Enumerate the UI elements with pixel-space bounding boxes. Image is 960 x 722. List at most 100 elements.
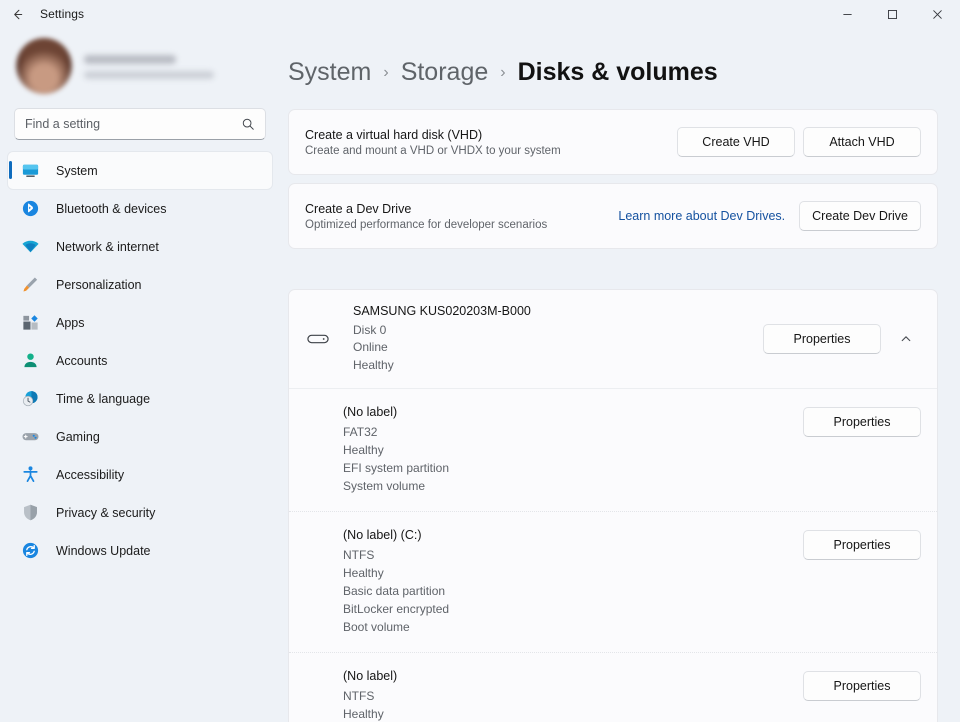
partition-properties-button[interactable]: Properties [803,530,921,561]
sidebar: System Bluetooth & devices [0,28,280,722]
maximize-icon [888,9,897,19]
card-actions: Create VHD Attach VHD [677,127,921,157]
sidebar-item-label: Time & language [56,391,151,406]
maximize-button[interactable] [870,0,915,28]
paintbrush-icon [20,275,40,295]
partition-info: (No label) NTFS Healthy Microsoft recove… [343,669,803,722]
partition-role: System volume [343,479,426,494]
disk-health: Healthy [353,357,394,372]
sidebar-item-windows-update[interactable]: Windows Update [8,532,272,569]
profile-name-redacted [84,55,176,64]
partition-health: Healthy [343,443,384,458]
create-dev-drive-card: Create a Dev Drive Optimized performance… [288,183,938,249]
partition-encryption: BitLocker encrypted [343,602,450,617]
wifi-icon [20,237,40,257]
sidebar-item-label: Network & internet [56,239,159,254]
disk-card: SAMSUNG KUS020203M-B000 Disk 0 Online He… [288,289,938,722]
create-dev-drive-button[interactable]: Create Dev Drive [799,201,921,231]
close-button[interactable] [915,0,960,28]
sidebar-item-label: Gaming [56,429,100,444]
hard-disk-icon [305,332,331,346]
breadcrumb-item-disks-volumes: Disks & volumes [517,58,718,86]
search-box[interactable] [14,108,266,140]
chevron-up-icon[interactable] [891,324,921,354]
close-icon [933,9,942,19]
window-controls [825,0,960,28]
partition-info: (No label) FAT32 Healthy EFI system part… [343,405,803,495]
breadcrumb-item-storage[interactable]: Storage [401,58,489,87]
create-vhd-button[interactable]: Create VHD [677,127,795,157]
partition-info: (No label) (C:) NTFS Healthy Basic data … [343,528,803,636]
bluetooth-icon [20,199,40,219]
sidebar-item-label: Windows Update [56,543,151,558]
card-text: Create a Dev Drive Optimized performance… [305,202,618,231]
partition-filesystem: NTFS [343,548,375,563]
sidebar-item-label: Bluetooth & devices [56,201,167,216]
sidebar-item-label: Accessibility [56,467,125,482]
card-actions: Learn more about Dev Drives. Create Dev … [618,201,921,231]
person-icon [20,351,40,371]
partition-properties-button[interactable]: Properties [803,407,921,438]
create-vhd-card: Create a virtual hard disk (VHD) Create … [288,109,938,175]
apps-grid-icon [20,313,40,333]
back-button[interactable] [0,0,34,28]
user-profile[interactable] [8,28,272,100]
display-monitor-icon [20,161,40,181]
disk-name: SAMSUNG KUS020203M-B000 [353,304,531,318]
sidebar-item-label: System [56,163,98,178]
disk-info: SAMSUNG KUS020203M-B000 Disk 0 Online He… [353,304,763,374]
clock-globe-icon [20,389,40,409]
partition-label: (No label) [343,405,398,420]
card-title: Create a virtual hard disk (VHD) [305,127,483,142]
search-input[interactable] [25,117,241,131]
sidebar-item-apps[interactable]: Apps [8,304,272,341]
learn-more-dev-drives-link[interactable]: Learn more about Dev Drives. [618,209,785,223]
profile-text [84,53,214,79]
sidebar-item-personalization[interactable]: Personalization [8,266,272,303]
search-icon [241,117,255,131]
partition-actions: Properties [803,528,921,561]
disk-status: Online [353,340,388,355]
breadcrumb-separator: › [500,63,506,81]
card-text: Create a virtual hard disk (VHD) Create … [305,128,677,157]
partition-health: Healthy [343,566,384,581]
accessibility-person-icon [20,465,40,485]
partition-properties-button[interactable]: Properties [803,671,921,702]
sidebar-item-accounts[interactable]: Accounts [8,342,272,379]
partition-role: Boot volume [343,620,410,635]
window-body: System Bluetooth & devices [0,28,960,722]
settings-window: Settings Find a setting System Bluetooth… [0,0,960,722]
breadcrumb-separator: › [383,63,389,81]
disk-properties-button[interactable]: Properties [763,324,881,355]
partition-actions: Properties [803,669,921,702]
title-bar: Settings [0,0,960,28]
breadcrumb-item-system[interactable]: System [288,58,371,87]
update-refresh-icon [20,541,40,561]
partition-row[interactable]: (No label) FAT32 Healthy EFI system part… [289,389,937,513]
sidebar-item-bluetooth-devices[interactable]: Bluetooth & devices [8,190,272,227]
search-container [8,100,272,150]
sidebar-item-time-language[interactable]: Time & language [8,380,272,417]
minimize-icon [843,13,852,15]
disk-header-row[interactable]: SAMSUNG KUS020203M-B000 Disk 0 Online He… [289,290,937,390]
sidebar-item-system[interactable]: System [8,152,272,189]
shield-icon [20,503,40,523]
sidebar-item-label: Privacy & security [56,505,156,520]
attach-vhd-button[interactable]: Attach VHD [803,127,921,157]
back-arrow-icon [13,9,22,19]
partition-row[interactable]: (No label) NTFS Healthy Microsoft recove… [289,653,937,722]
gamepad-icon [20,427,40,447]
minimize-button[interactable] [825,0,870,28]
app-title: Settings [40,7,85,21]
profile-email-redacted [84,71,214,79]
partition-row[interactable]: (No label) (C:) NTFS Healthy Basic data … [289,512,937,654]
sidebar-item-privacy-security[interactable]: Privacy & security [8,494,272,531]
sidebar-item-label: Accounts [56,353,108,368]
sidebar-item-accessibility[interactable]: Accessibility [8,456,272,493]
sidebar-item-gaming[interactable]: Gaming [8,418,272,455]
sidebar-item-network-internet[interactable]: Network & internet [8,228,272,265]
partition-filesystem: NTFS [343,689,375,704]
avatar [16,38,72,94]
partition-filesystem: FAT32 [343,425,378,440]
